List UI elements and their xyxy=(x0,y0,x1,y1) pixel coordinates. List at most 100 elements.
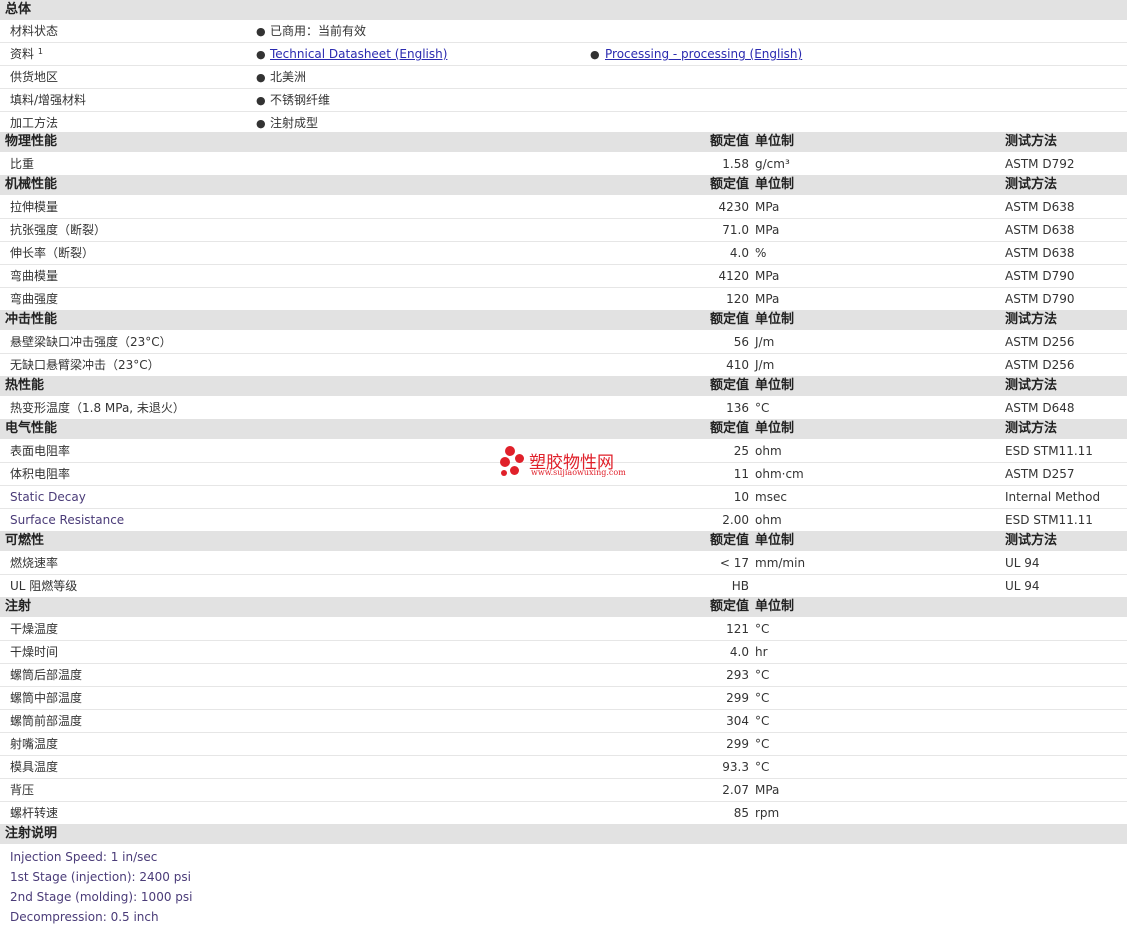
note-line: Decompression: 0.5 inch xyxy=(10,910,159,924)
row-unit: °C xyxy=(755,737,770,751)
row-value: 304 xyxy=(726,714,749,728)
row-value: 2.00 xyxy=(722,513,749,527)
technical-datasheet-link[interactable]: Technical Datasheet (English) xyxy=(270,43,447,66)
row-unit: ohm xyxy=(755,513,782,527)
row-method: ASTM D790 xyxy=(1005,292,1075,306)
section-title: 机械性能 xyxy=(5,177,58,192)
logo-dots-icon xyxy=(498,445,526,479)
table-row: Surface Resistance 2.00 ohm ESD STM11.11 xyxy=(0,509,1127,532)
row-label: 螺筒中部温度 xyxy=(10,691,83,705)
table-row: 螺筒中部温度 299 °C xyxy=(0,687,1127,710)
row-label: 无缺口悬臂梁冲击（23°C） xyxy=(10,358,160,372)
row-unit: MPa xyxy=(755,269,780,283)
row-label: 背压 xyxy=(10,783,35,797)
col-unit: 单位制 xyxy=(755,177,795,192)
processing-link[interactable]: Processing - processing (English) xyxy=(605,43,802,66)
table-row: 燃烧速率 < 17 mm/min UL 94 xyxy=(0,552,1127,575)
row-label: 供货地区 xyxy=(10,70,59,84)
section-title: 注射 xyxy=(5,599,32,614)
note-line: 1st Stage (injection): 2400 psi xyxy=(10,870,191,884)
section-title: 注射说明 xyxy=(5,826,58,841)
row-label: 抗张强度（断裂） xyxy=(10,223,107,237)
row-unit: ohm xyxy=(755,444,782,458)
row-value: 71.0 xyxy=(722,223,749,237)
table-row: 伸长率（断裂） 4.0 % ASTM D638 xyxy=(0,242,1127,265)
table-row: 螺筒前部温度 304 °C xyxy=(0,710,1127,733)
table-row: Static Decay 10 msec Internal Method xyxy=(0,486,1127,509)
table-row: 螺筒后部温度 293 °C xyxy=(0,664,1127,687)
section-header-thermal: 热性能 额定值 单位制 测试方法 xyxy=(0,376,1127,396)
section-title: 总体 xyxy=(5,2,32,17)
row-method: ASTM D256 xyxy=(1005,335,1075,349)
row-value: 293 xyxy=(726,668,749,682)
row-unit: ohm·cm xyxy=(755,467,804,481)
row-label: 资料 1 xyxy=(10,47,43,61)
row-value: 121 xyxy=(726,622,749,636)
row-value: 56 xyxy=(733,335,749,349)
row-label: 填料/增强材料 xyxy=(10,93,87,107)
section-header-flammability: 可燃性 额定值 单位制 测试方法 xyxy=(0,531,1127,551)
col-nominal: 额定值 xyxy=(709,312,749,327)
table-row: 抗张强度（断裂） 71.0 MPa ASTM D638 xyxy=(0,219,1127,242)
row-method: ASTM D790 xyxy=(1005,269,1075,283)
general-row-filler: 填料/增强材料 ● 不锈钢纤维 xyxy=(0,89,1127,112)
general-row-region: 供货地区 ● 北美洲 xyxy=(0,66,1127,89)
row-value: 已商用：当前有效 xyxy=(270,24,367,38)
section-header-physical: 物理性能 额定值 单位制 测试方法 xyxy=(0,132,1127,152)
section-header-electrical: 电气性能 额定值 单位制 测试方法 xyxy=(0,419,1127,439)
section-title: 可燃性 xyxy=(5,533,45,548)
row-unit: MPa xyxy=(755,223,780,237)
row-value: < 17 xyxy=(719,556,749,570)
row-method: ASTM D638 xyxy=(1005,200,1075,214)
row-value: 85 xyxy=(733,806,749,820)
bullet-icon: ● xyxy=(256,94,266,107)
row-label: 热变形温度（1.8 MPa, 未退火） xyxy=(10,401,185,415)
table-row: 热变形温度（1.8 MPa, 未退火） 136 °C ASTM D648 xyxy=(0,397,1127,420)
row-method: ASTM D638 xyxy=(1005,223,1075,237)
col-nominal: 额定值 xyxy=(709,134,749,149)
row-method: ASTM D792 xyxy=(1005,157,1075,171)
col-method: 测试方法 xyxy=(1005,177,1058,192)
table-row: 模具温度 93.3 °C xyxy=(0,756,1127,779)
note-line: 2nd Stage (molding): 1000 psi xyxy=(10,890,193,904)
row-method: ESD STM11.11 xyxy=(1005,444,1093,458)
row-method: ASTM D648 xyxy=(1005,401,1075,415)
row-label: 伸长率（断裂） xyxy=(10,246,95,260)
bullet-icon: ● xyxy=(256,25,266,38)
col-method: 测试方法 xyxy=(1005,134,1058,149)
col-method: 测试方法 xyxy=(1005,533,1058,548)
note-line: Injection Speed: 1 in/sec xyxy=(10,850,158,864)
row-label: 表面电阻率 xyxy=(10,444,71,458)
table-row: 干燥温度 121 °C xyxy=(0,618,1127,641)
row-value: 11 xyxy=(733,467,749,481)
row-value: 4.0 xyxy=(729,246,749,260)
row-label: 螺杆转速 xyxy=(10,806,59,820)
row-label: 拉伸模量 xyxy=(10,200,59,214)
table-row: 射嘴温度 299 °C xyxy=(0,733,1127,756)
table-row: 无缺口悬臂梁冲击（23°C） 410 J/m ASTM D256 xyxy=(0,354,1127,377)
row-label: 燃烧速率 xyxy=(10,556,59,570)
row-value: 1.58 xyxy=(722,157,749,171)
row-value: 136 xyxy=(726,401,749,415)
row-value: 299 xyxy=(726,737,749,751)
table-row: 弯曲模量 4120 MPa ASTM D790 xyxy=(0,265,1127,288)
table-row: 悬壁梁缺口冲击强度（23°C） 56 J/m ASTM D256 xyxy=(0,331,1127,354)
row-value: 4120 xyxy=(718,269,749,283)
row-unit: MPa xyxy=(755,200,780,214)
section-header-general: 总体 xyxy=(0,0,1127,20)
row-unit: °C xyxy=(755,760,770,774)
bullet-icon: ● xyxy=(256,71,266,84)
table-row: 背压 2.07 MPa xyxy=(0,779,1127,802)
col-unit: 单位制 xyxy=(755,421,795,436)
section-title: 电气性能 xyxy=(5,421,58,436)
general-row-status: 材料状态 ● 已商用：当前有效 xyxy=(0,20,1127,43)
table-row: 干燥时间 4.0 hr xyxy=(0,641,1127,664)
row-unit: MPa xyxy=(755,783,780,797)
row-unit: °C xyxy=(755,691,770,705)
row-label: UL 阻燃等级 xyxy=(10,579,78,593)
row-method: UL 94 xyxy=(1005,556,1040,570)
table-row: 弯曲强度 120 MPa ASTM D790 xyxy=(0,288,1127,311)
col-unit: 单位制 xyxy=(755,378,795,393)
row-unit: °C xyxy=(755,668,770,682)
row-label: 螺筒后部温度 xyxy=(10,668,83,682)
